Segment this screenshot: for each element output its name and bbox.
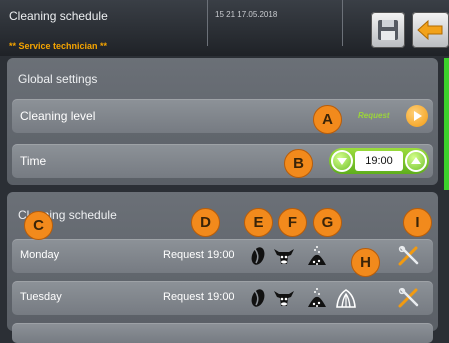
coffee-bean-icon[interactable] — [248, 245, 268, 267]
header-bar: Cleaning schedule ** Service technician … — [0, 0, 449, 56]
tools-icon[interactable] — [396, 245, 422, 267]
save-button[interactable] — [371, 12, 405, 48]
time-stepper: 19:00 — [329, 148, 429, 174]
cleaning-level-row[interactable]: Cleaning level Request — [12, 99, 433, 133]
annotation-badge-h: H — [351, 248, 380, 277]
header-divider — [342, 0, 343, 46]
day-label: Tuesday — [20, 291, 62, 303]
back-button[interactable] — [412, 12, 449, 48]
annotation-badge-f: F — [278, 208, 307, 237]
milk-cow-icon[interactable] — [272, 245, 296, 267]
annotation-badge-b: B — [284, 149, 313, 178]
time-row[interactable]: Time 19:00 — [12, 144, 433, 178]
cleaning-level-value: Request — [358, 111, 390, 120]
schedule-value: Request 19:00 — [163, 291, 235, 303]
time-label: Time — [20, 154, 47, 168]
chevron-up-icon — [411, 157, 421, 164]
coffee-bean-icon[interactable] — [248, 287, 268, 309]
header-divider — [207, 0, 208, 46]
day-label: Monday — [20, 249, 60, 261]
powder-icon[interactable] — [306, 287, 328, 309]
annotation-badge-e: E — [244, 208, 273, 237]
floppy-disk-icon — [378, 20, 398, 40]
annotation-badge-d: D — [191, 208, 220, 237]
time-value[interactable]: 19:00 — [355, 151, 403, 171]
time-increase-button[interactable] — [405, 150, 427, 172]
back-arrow-icon — [417, 19, 443, 41]
play-icon[interactable] — [406, 105, 428, 127]
datetime-display: 15 21 17.05.2018 — [215, 10, 278, 19]
annotation-badge-g: G — [313, 208, 342, 237]
tools-icon[interactable] — [396, 287, 422, 309]
schedule-row-tuesday[interactable]: Tuesday Request 19:00 — [12, 281, 433, 315]
annotation-badge-i: I — [403, 208, 432, 237]
page-title: Cleaning schedule — [9, 9, 108, 23]
scrollbar[interactable] — [444, 58, 449, 190]
global-settings-title: Global settings — [18, 72, 98, 86]
annotation-badge-a: A — [313, 105, 342, 134]
global-settings-panel: Global settings Cleaning level Request T… — [7, 58, 438, 185]
descaling-icon[interactable] — [334, 287, 358, 309]
chevron-down-icon — [337, 158, 347, 165]
milk-cow-icon[interactable] — [272, 287, 296, 309]
cleaning-level-label: Cleaning level — [20, 109, 96, 123]
user-role-label: ** Service technician ** — [9, 41, 108, 51]
annotation-badge-c: C — [24, 211, 53, 240]
schedule-value: Request 19:00 — [163, 249, 235, 261]
schedule-row-partial[interactable] — [12, 323, 433, 343]
time-decrease-button[interactable] — [331, 150, 353, 172]
powder-icon[interactable] — [306, 245, 328, 267]
